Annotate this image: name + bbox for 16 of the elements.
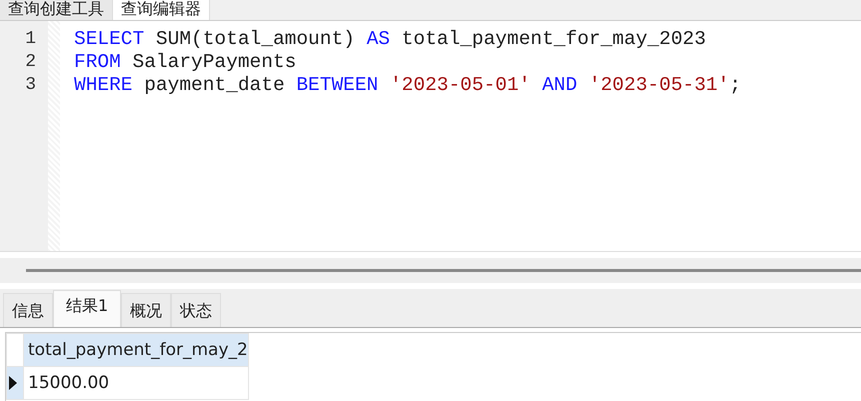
result-tab[interactable]: 信息	[3, 293, 53, 327]
splitter-bar[interactable]	[0, 258, 861, 283]
result-tab[interactable]: 结果1	[53, 290, 122, 327]
column-header[interactable]: total_payment_for_may_2	[24, 334, 248, 366]
line-number: 2	[24, 51, 37, 74]
result-tab[interactable]: 概况	[121, 293, 172, 327]
code-line: FROM SalaryPayments	[74, 51, 298, 74]
code-line: SELECT SUM(total_amount) AS total_payment_for_may_2023	[74, 28, 707, 51]
row-header[interactable]	[6, 366, 24, 400]
line-number: 3	[24, 74, 37, 97]
result-tab[interactable]: 状态	[171, 293, 222, 327]
editor-tab[interactable]: 查询编辑器	[113, 0, 210, 20]
line-number: 1	[24, 28, 37, 51]
table-cell: 15000.00	[24, 366, 248, 400]
code-line: WHERE payment_date BETWEEN '2023-05-01' AND '2023-05-31';	[74, 74, 742, 97]
editor-tab[interactable]: 查询创建工具	[0, 0, 113, 20]
